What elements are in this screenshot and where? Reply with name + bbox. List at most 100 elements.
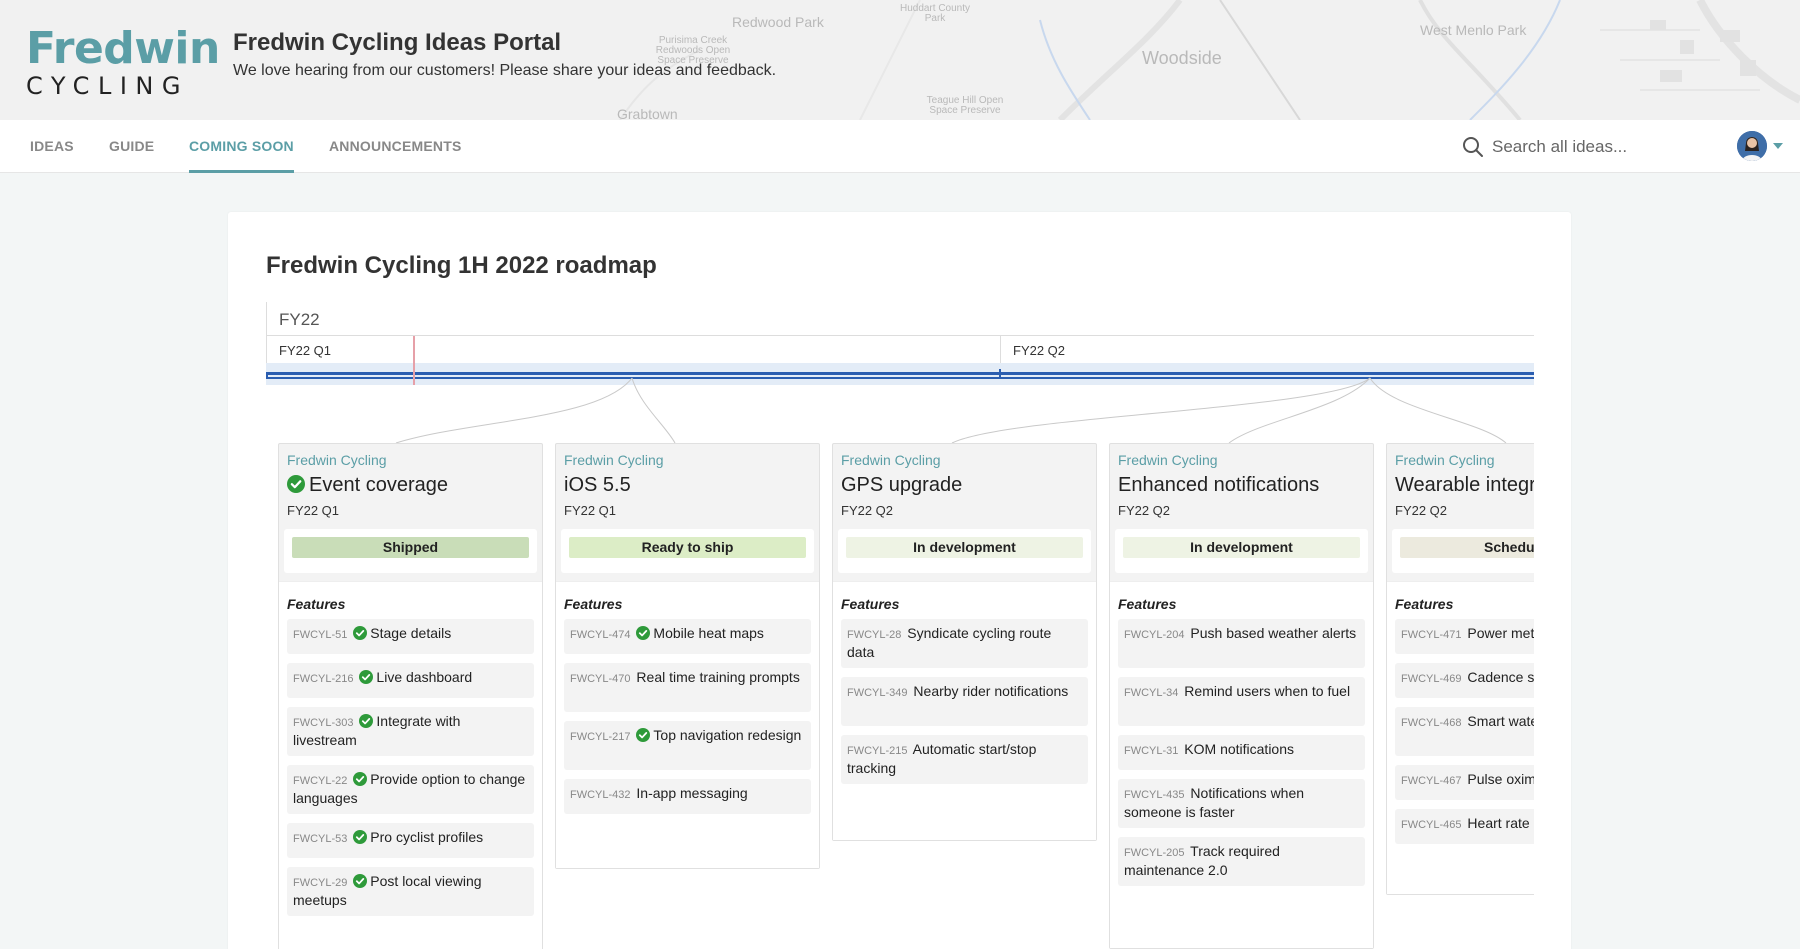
feature-item[interactable]: FWCYL-467 Pulse oxim [1395, 765, 1534, 800]
tab-ideas[interactable]: IDEAS [30, 138, 74, 154]
feature-id: FWCYL-28 [847, 629, 901, 641]
feature-name: Mobile heat maps [653, 625, 764, 641]
feature-id: FWCYL-467 [1401, 775, 1462, 787]
timeline-bar-divider [999, 369, 1001, 379]
feature-name: In-app messaging [636, 785, 747, 801]
feature-id: FWCYL-432 [570, 789, 631, 801]
status-badge: Shipped [292, 537, 529, 558]
release-card[interactable]: Fredwin CyclingGPS upgradeFY22 Q2In deve… [832, 443, 1097, 841]
release-card[interactable]: Fredwin Cycling Enhanced notifications FY2… [1109, 443, 1374, 949]
feature-item[interactable]: FWCYL-469 Cadence s [1395, 663, 1534, 698]
features-heading: Features [1118, 596, 1176, 612]
features-heading: Features [1395, 596, 1453, 612]
feature-id: FWCYL-435 [1124, 789, 1185, 801]
features-heading: Features [287, 596, 345, 612]
feature-item[interactable]: FWCYL-51 Stage details [287, 619, 534, 654]
map-label: Grabtown [617, 106, 678, 120]
search-input[interactable] [1492, 134, 1682, 160]
features-section: FeaturesFWCYL-28 Syndicate cycling route… [833, 581, 1096, 840]
card-release-date: FY22 Q1 [564, 503, 616, 518]
card-release-date: FY22 Q2 [1118, 503, 1170, 518]
feature-item[interactable]: FWCYL-34 Remind users when to fuel [1118, 677, 1365, 726]
user-avatar[interactable] [1737, 131, 1767, 161]
card-release-title[interactable]: iOS 5.5 [564, 474, 631, 497]
feature-id: FWCYL-34 [1124, 687, 1178, 699]
search-box[interactable] [1462, 134, 1692, 160]
card-product-link[interactable]: Fredwin Cycling [1395, 452, 1495, 468]
features-heading: Features [564, 596, 622, 612]
fiscal-year-label: FY22 [279, 310, 320, 330]
feature-item[interactable]: FWCYL-471 Power met [1395, 619, 1534, 654]
feature-name: Cadence s [1467, 669, 1534, 685]
feature-id: FWCYL-216 [293, 673, 354, 685]
feature-id: FWCYL-471 [1401, 629, 1462, 641]
timeline-bar [266, 372, 1534, 375]
card-release-title[interactable]: GPS upgrade [841, 474, 962, 497]
quarter-label: FY22 Q1 [279, 343, 331, 358]
card-title-text: Event coverage [309, 474, 448, 496]
feature-name: Smart wate enhancements [1467, 713, 1534, 729]
map-label: West Menlo Park [1420, 22, 1526, 38]
feature-id: FWCYL-474 [570, 629, 631, 641]
account-menu-chevron-down-icon[interactable] [1773, 143, 1783, 149]
feature-id: FWCYL-31 [1124, 745, 1178, 757]
map-label: Redwood Park [732, 14, 824, 30]
fiscal-year-row: FY22 [266, 302, 1534, 336]
feature-id: FWCYL-29 [293, 877, 347, 889]
release-card[interactable]: Fredwin Cycling Wearable integra FY22 Q2 Sc… [1386, 443, 1534, 895]
features-section: FeaturesFWCYL-474 Mobile heat mapsFWCYL-… [556, 581, 819, 868]
fredwin-logo[interactable]: Fredwin CYCLING [26, 27, 206, 99]
roadmap-title: Fredwin Cycling 1H 2022 roadmap [266, 252, 657, 280]
feature-item[interactable]: FWCYL-432 In-app messaging [564, 779, 811, 814]
feature-item[interactable]: FWCYL-28 Syndicate cycling route data [841, 619, 1088, 668]
quarter-label: FY22 Q2 [1013, 343, 1065, 358]
feature-item[interactable]: FWCYL-465 Heart rate [1395, 809, 1534, 844]
feature-item[interactable]: FWCYL-474 Mobile heat maps [564, 619, 811, 654]
feature-item[interactable]: FWCYL-29 Post local viewing meetups [287, 867, 534, 916]
feature-item[interactable]: FWCYL-204 Push based weather alerts [1118, 619, 1365, 668]
release-card-body: Fredwin CyclingGPS upgradeFY22 Q2In deve… [833, 444, 1096, 840]
feature-item[interactable]: FWCYL-468 Smart wate enhancements [1395, 707, 1534, 756]
today-marker [413, 336, 415, 385]
release-card[interactable]: Fredwin CyclingEvent coverageFY22 Q1Ship… [278, 443, 543, 949]
card-release-title[interactable]: Event coverage [287, 474, 448, 497]
card-product-link[interactable]: Fredwin Cycling [1118, 452, 1218, 468]
card-release-date: FY22 Q2 [1395, 503, 1447, 518]
release-card[interactable]: Fredwin CyclingiOS 5.5FY22 Q1Ready to sh… [555, 443, 820, 869]
features-section: Features FWCYL-204 Push based weather ale… [1110, 581, 1373, 948]
feature-name: Pulse oxim [1467, 771, 1534, 787]
feature-item[interactable]: FWCYL-22 Provide option to change langua… [287, 765, 534, 814]
feature-item[interactable]: FWCYL-53 Pro cyclist profiles [287, 823, 534, 858]
active-tab-indicator [189, 170, 294, 173]
feature-done-check-icon [636, 626, 650, 640]
feature-item[interactable]: FWCYL-349 Nearby rider notifications [841, 677, 1088, 726]
status-container: In development [838, 529, 1091, 573]
feature-id: FWCYL-205 [1124, 847, 1185, 859]
card-product-link[interactable]: Fredwin Cycling [841, 452, 941, 468]
release-card-body: Fredwin Cycling Enhanced notifications FY2… [1110, 444, 1373, 948]
feature-item[interactable]: FWCYL-470 Real time training prompts [564, 663, 811, 712]
portal-subtitle: We love hearing from our customers! Plea… [233, 62, 776, 80]
card-product-link[interactable]: Fredwin Cycling [564, 452, 664, 468]
card-product-link[interactable]: Fredwin Cycling [287, 452, 387, 468]
card-release-title[interactable]: Enhanced notifications [1118, 474, 1319, 497]
tab-coming-soon[interactable]: COMING SOON [189, 138, 294, 154]
timeline-bar [266, 377, 1534, 379]
portal-title: Fredwin Cycling Ideas Portal [233, 29, 561, 57]
feature-id: FWCYL-204 [1124, 629, 1185, 641]
feature-item[interactable]: FWCYL-217 Top navigation redesign [564, 721, 811, 770]
feature-item[interactable]: FWCYL-303 Integrate with livestream [287, 707, 534, 756]
status-badge: In development [1123, 537, 1360, 558]
tab-guide[interactable]: GUIDE [109, 138, 154, 154]
logo-subtext: CYCLING [26, 73, 206, 99]
tab-announcements[interactable]: ANNOUNCEMENTS [329, 138, 462, 154]
feature-item[interactable]: FWCYL-216 Live dashboard [287, 663, 534, 698]
feature-id: FWCYL-53 [293, 833, 347, 845]
feature-name: Top navigation redesign [653, 727, 801, 743]
feature-item[interactable]: FWCYL-435 Notifications when someone is … [1118, 779, 1365, 828]
feature-item[interactable]: FWCYL-205 Track required maintenance 2.0 [1118, 837, 1365, 886]
status-badge: Schedu [1400, 537, 1534, 558]
feature-item[interactable]: FWCYL-215 Automatic start/stop tracking [841, 735, 1088, 784]
card-release-title[interactable]: Wearable integra [1395, 474, 1534, 497]
feature-item[interactable]: FWCYL-31 KOM notifications [1118, 735, 1365, 770]
